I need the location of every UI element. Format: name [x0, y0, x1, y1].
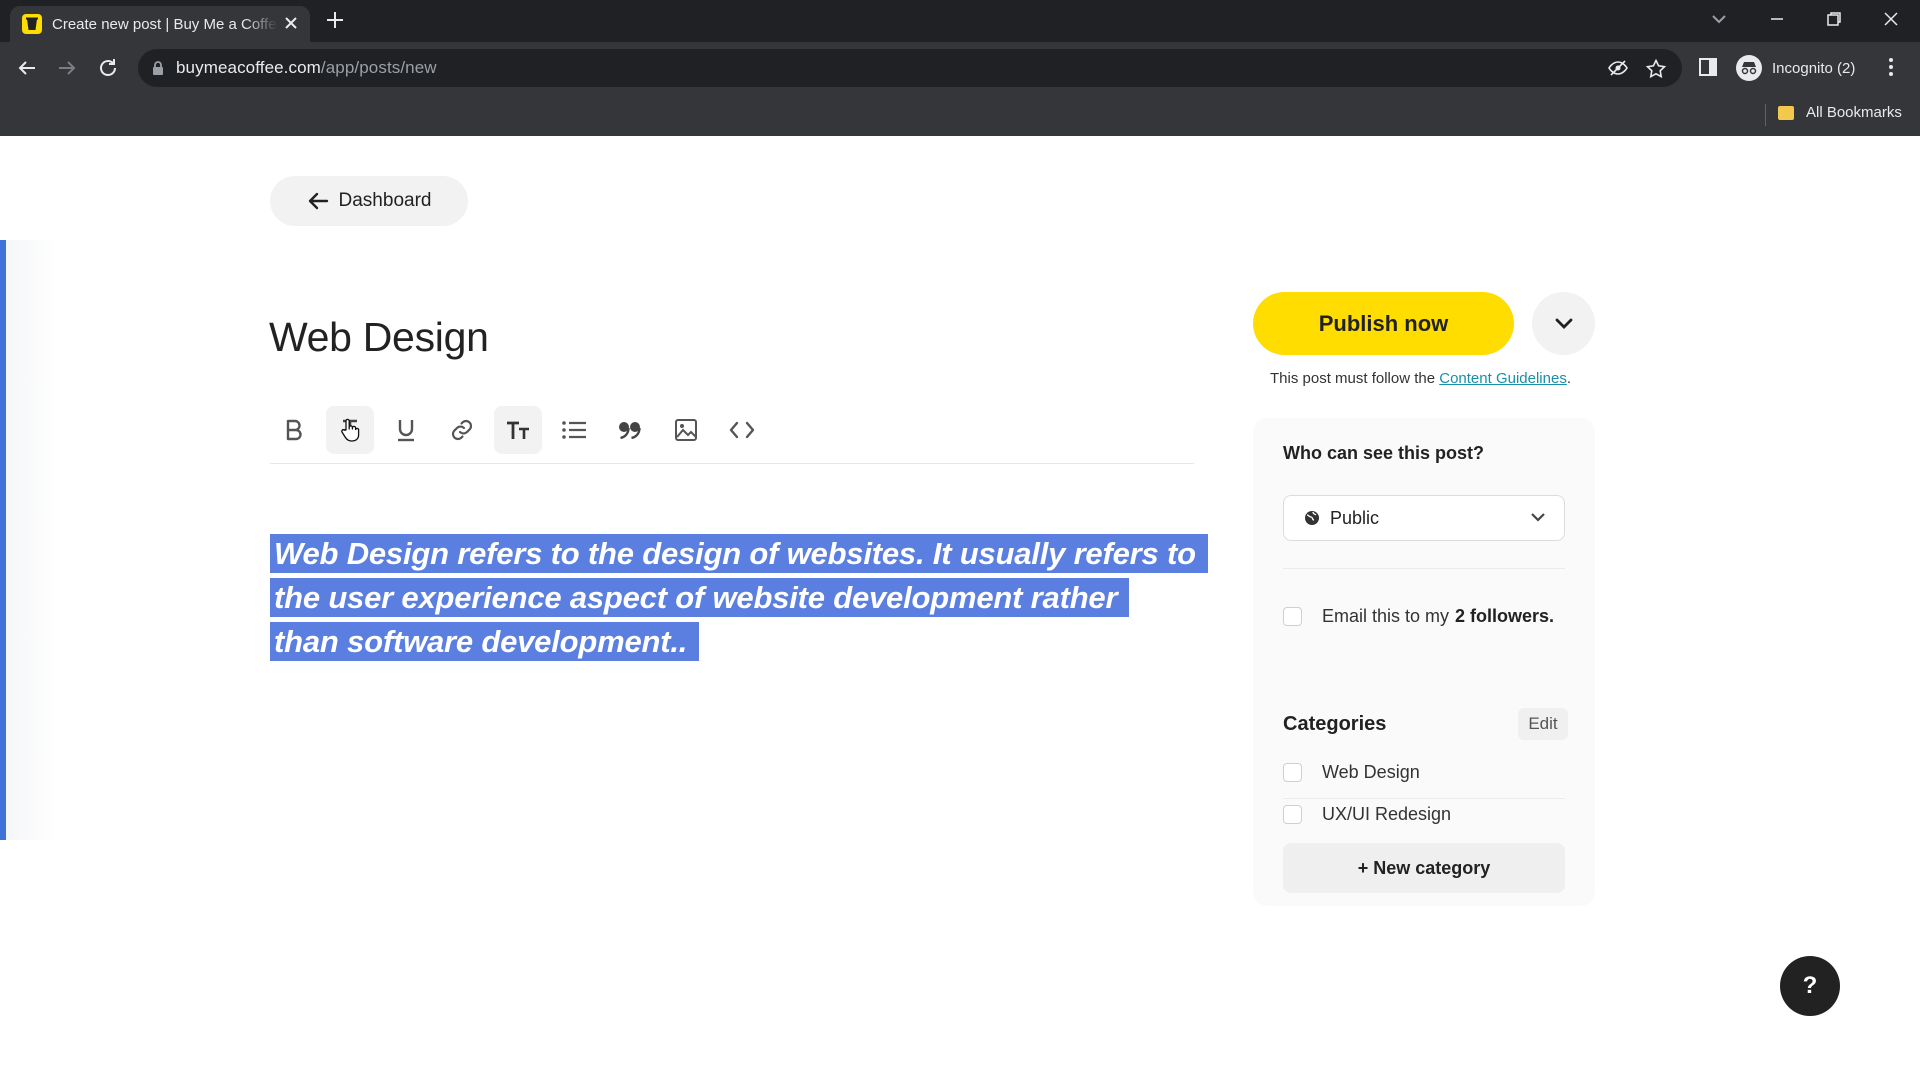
quote-icon[interactable]: [606, 406, 654, 454]
incognito-profile-button[interactable]: Incognito (2): [1736, 48, 1868, 88]
chevron-down-icon: [1555, 318, 1573, 330]
categories-heading: Categories: [1283, 713, 1387, 735]
coffee-icon: [22, 14, 42, 34]
category-label: UX/UI Redesign: [1322, 804, 1452, 824]
left-shadow: [6, 240, 58, 840]
tab-search-icon[interactable]: [1710, 10, 1728, 28]
category-option[interactable]: UX/UI Redesign: [1283, 804, 1451, 825]
image-icon[interactable]: [662, 406, 710, 454]
side-panel-icon[interactable]: [1698, 57, 1718, 77]
all-bookmarks-button[interactable]: All Bookmarks: [1778, 104, 1902, 121]
bookmark-star-icon[interactable]: [1646, 59, 1666, 78]
hand-cursor-icon: [340, 418, 360, 442]
restore-icon[interactable]: [1825, 10, 1843, 28]
bulleted-list-icon[interactable]: [550, 406, 598, 454]
body-line: than software development..: [270, 622, 700, 661]
incognito-icon: [1736, 55, 1762, 81]
folder-icon: [1778, 105, 1794, 120]
edit-categories-button[interactable]: Edit: [1518, 708, 1568, 740]
new-tab-icon[interactable]: [325, 10, 345, 30]
bold-icon[interactable]: [270, 406, 318, 454]
code-icon[interactable]: [718, 406, 766, 454]
browser-tab[interactable]: Create new post | Buy Me a Coffee: [10, 6, 310, 42]
url-text: buymeacoffee.com/app/posts/new: [176, 58, 437, 77]
body-line: Web Design refers to the design of websi…: [270, 534, 1208, 573]
guideline-notice: This post must follow the Content Guidel…: [1270, 370, 1571, 387]
arrow-left-icon: [307, 191, 329, 211]
category-label: Web Design: [1322, 762, 1420, 782]
link-icon[interactable]: [438, 406, 486, 454]
reload-icon[interactable]: [97, 57, 119, 79]
post-title-input[interactable]: Web Design: [269, 314, 489, 361]
lock-icon[interactable]: [152, 60, 164, 76]
publish-now-button[interactable]: Publish now: [1253, 292, 1514, 355]
underline-icon[interactable]: [382, 406, 430, 454]
close-tab-icon[interactable]: [284, 16, 298, 30]
category-checkbox[interactable]: [1283, 805, 1302, 824]
close-window-icon[interactable]: [1882, 10, 1900, 28]
help-button[interactable]: ?: [1780, 956, 1840, 1016]
editor-toolbar: [270, 406, 1194, 464]
content-guidelines-link[interactable]: Content Guidelines: [1439, 370, 1567, 387]
category-checkbox[interactable]: [1283, 763, 1302, 782]
page-content: Dashboard Web Design Web Design refers t…: [0, 136, 1920, 1080]
address-bar[interactable]: buymeacoffee.com/app/posts/new: [138, 49, 1682, 87]
categories-section: Categories Edit Web Design UX/UI Redesig…: [1253, 418, 1595, 906]
back-arrow-icon[interactable]: [16, 57, 38, 79]
forward-arrow-icon[interactable]: [56, 57, 78, 79]
post-body-editor[interactable]: Web Design refers to the design of websi…: [270, 532, 1210, 664]
incognito-label: Incognito (2): [1772, 59, 1856, 77]
category-option[interactable]: Web Design: [1283, 762, 1420, 783]
browser-tab-strip: Create new post | Buy Me a Coffee: [0, 0, 1920, 42]
browser-menu-icon[interactable]: [1888, 57, 1894, 77]
body-line: the user experience aspect of website de…: [270, 578, 1130, 617]
eye-off-icon[interactable]: [1608, 59, 1628, 77]
browser-toolbar: buymeacoffee.com/app/posts/new Incognito…: [0, 42, 1920, 94]
dashboard-back-button[interactable]: Dashboard: [270, 176, 468, 226]
all-bookmarks-label: All Bookmarks: [1806, 104, 1902, 121]
tab-title: Create new post | Buy Me a Coffee: [52, 15, 278, 33]
new-category-button[interactable]: + New category: [1283, 843, 1565, 893]
text-size-icon[interactable]: [494, 406, 542, 454]
publish-options-button[interactable]: [1532, 292, 1595, 355]
bookmarks-bar: All Bookmarks: [0, 94, 1920, 136]
bookmarks-divider: [1765, 104, 1766, 126]
minimize-icon[interactable]: [1768, 10, 1786, 28]
dashboard-label: Dashboard: [338, 190, 432, 211]
